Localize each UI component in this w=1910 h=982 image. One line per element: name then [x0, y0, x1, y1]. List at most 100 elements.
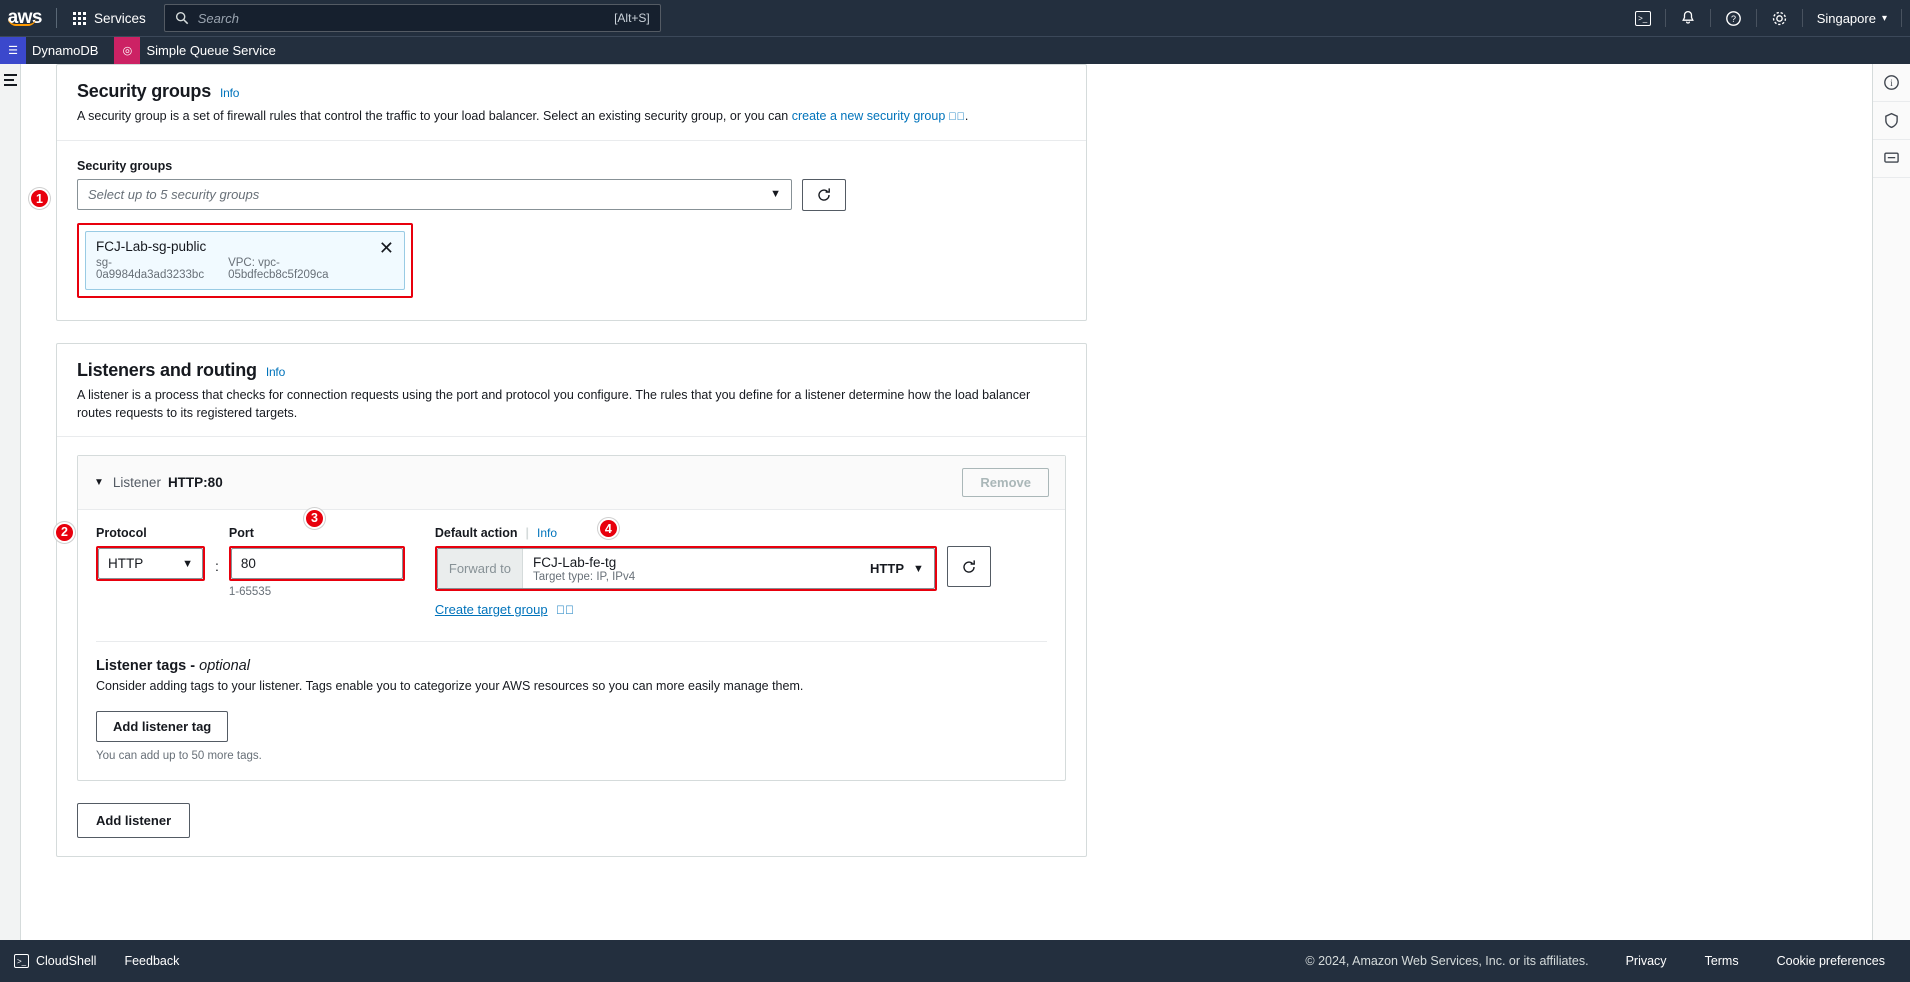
- left-navigation-rail: [0, 64, 21, 940]
- footer-cloudshell-button[interactable]: >_ CloudShell: [0, 954, 110, 968]
- target-group-type: Target type: IP, IPv4: [533, 570, 636, 583]
- help-icon[interactable]: ?: [1711, 0, 1756, 36]
- add-listener-button[interactable]: Add listener: [77, 803, 191, 839]
- security-groups-field-label: Security groups: [77, 158, 173, 173]
- chevron-down-icon[interactable]: ▼: [94, 477, 104, 488]
- menu-toggle-icon[interactable]: [3, 74, 17, 940]
- token-subtext: sg-0a9984da3ad3233bc VPC: vpc-05bdfecb8c…: [96, 257, 373, 281]
- aws-logo-smile-icon: [8, 18, 36, 26]
- close-icon[interactable]: ✕: [373, 239, 394, 257]
- settings-icon[interactable]: [1757, 0, 1802, 36]
- info-link[interactable]: Info: [266, 365, 285, 379]
- listeners-title-row: Listeners and routing Info: [77, 360, 1066, 381]
- sqs-icon: ◎: [114, 36, 141, 65]
- chevron-down-icon: ▼: [770, 188, 781, 201]
- info-link[interactable]: Info: [220, 86, 239, 100]
- listener-tags-description: Consider adding tags to your listener. T…: [96, 679, 804, 694]
- token-content: FCJ-Lab-sg-public sg-0a9984da3ad3233bc V…: [96, 239, 373, 281]
- dynamodb-icon: ☰: [0, 36, 26, 65]
- protocol-value: HTTP: [108, 556, 144, 572]
- page-title: Security groups Info: [77, 81, 1066, 102]
- footer-feedback-button[interactable]: Feedback: [110, 954, 193, 968]
- aws-logo[interactable]: aws: [0, 7, 46, 29]
- refresh-target-groups-button[interactable]: [946, 546, 991, 588]
- listener-config-row: Protocol HTTP ▼ : Port 80 1-65535 Defaul…: [96, 518, 1047, 619]
- token-sg-id: sg-0a9984da3ad3233bc: [96, 256, 205, 281]
- info-icon[interactable]: i: [1873, 64, 1910, 102]
- chevron-down-icon: ▾: [1881, 12, 1887, 24]
- security-groups-select-row: Select up to 5 security groups ▼: [77, 178, 1066, 211]
- footer-cloudshell-label: CloudShell: [36, 954, 97, 968]
- annotation-badge-3: 3: [304, 507, 325, 529]
- svg-text:?: ?: [1731, 14, 1736, 24]
- refresh-security-groups-button[interactable]: [802, 178, 846, 211]
- annotation-box-1: FCJ-Lab-sg-public sg-0a9984da3ad3233bc V…: [77, 222, 413, 298]
- protocol-port-colon: :: [215, 558, 219, 575]
- selected-security-group-token[interactable]: FCJ-Lab-sg-public sg-0a9984da3ad3233bc V…: [85, 230, 405, 290]
- cloudshell-icon[interactable]: >_: [1621, 0, 1665, 36]
- add-listener-row: Add listener: [57, 803, 1086, 856]
- security-groups-select[interactable]: Select up to 5 security groups ▼: [77, 178, 792, 210]
- search-icon: [175, 11, 189, 25]
- search-input[interactable]: Search [Alt+S]: [163, 4, 661, 32]
- notifications-icon[interactable]: [1666, 0, 1710, 36]
- security-groups-panel: Security groups Info A security group is…: [29, 64, 1087, 321]
- default-action-label: Default action: [434, 526, 518, 541]
- listener-label: Listener: [112, 475, 161, 491]
- security-groups-body: Security groups Select up to 5 security …: [57, 141, 1086, 320]
- service-shortcuts-bar: ☰ DynamoDB ◎ Simple Queue Service: [0, 36, 1910, 65]
- listeners-body: ▼ Listener HTTP:80 Remove Protocol HTTP …: [54, 437, 1086, 803]
- svg-text:i: i: [1890, 78, 1893, 88]
- service-shortcut-label: DynamoDB: [32, 43, 99, 58]
- nav-divider: [1901, 9, 1902, 27]
- annotation-box-4: Forward to FCJ-Lab-fe-tg Target type: IP…: [434, 546, 937, 592]
- footer-feedback-label: Feedback: [124, 954, 180, 968]
- listeners-header: Listeners and routing Info A listener is…: [57, 344, 1086, 438]
- add-listener-tag-button[interactable]: Add listener tag: [96, 711, 229, 743]
- service-shortcut-dynamodb[interactable]: ☰ DynamoDB: [0, 36, 114, 65]
- footer-terms-link[interactable]: Terms: [1686, 954, 1758, 968]
- shield-icon[interactable]: [1873, 102, 1910, 140]
- annotation-badge-4: 4: [597, 518, 619, 540]
- service-shortcut-label: Simple Queue Service: [146, 43, 276, 58]
- refresh-icon: [818, 188, 830, 201]
- protocol-field: Protocol HTTP ▼: [96, 526, 205, 582]
- target-group-name: FCJ-Lab-fe-tg: [533, 554, 617, 570]
- security-groups-header: Security groups Info A security group is…: [57, 65, 1086, 141]
- port-field: Port 80 1-65535: [228, 526, 405, 598]
- security-groups-placeholder: Select up to 5 security groups: [88, 186, 260, 202]
- services-label: Services: [94, 10, 146, 26]
- chat-icon[interactable]: [1873, 140, 1910, 178]
- service-shortcut-sqs[interactable]: ◎ Simple Queue Service: [114, 36, 291, 65]
- port-value: 80: [240, 556, 256, 572]
- chevron-down-icon: ▼: [182, 557, 193, 570]
- external-link-icon: ↗⃞: [945, 111, 965, 123]
- listeners-title: Listeners and routing: [77, 359, 257, 380]
- create-target-group-link[interactable]: Create target group: [435, 602, 548, 617]
- services-menu-button[interactable]: Services: [67, 7, 152, 30]
- remove-listener-button[interactable]: Remove: [962, 468, 1049, 498]
- annotation-box-2: HTTP ▼: [96, 546, 205, 582]
- token-vpc-id: VPC: vpc-05bdfecb8c5f209ca: [228, 256, 329, 281]
- top-navigation-bar: aws Services Search [Alt+S] >_ ? Singapo…: [0, 0, 1910, 36]
- token-name: FCJ-Lab-sg-public: [96, 238, 207, 254]
- target-group-select[interactable]: Forward to FCJ-Lab-fe-tg Target type: IP…: [436, 548, 935, 590]
- default-action-row: Forward to FCJ-Lab-fe-tg Target type: IP…: [434, 546, 991, 592]
- info-link[interactable]: Info: [537, 526, 557, 540]
- footer-cookie-preferences-link[interactable]: Cookie preferences: [1758, 954, 1904, 968]
- target-protocol: HTTP: [870, 561, 904, 577]
- footer-right-group: © 2024, Amazon Web Services, Inc. or its…: [1305, 954, 1910, 968]
- refresh-icon: [963, 560, 975, 573]
- annotation-badge-2: 2: [54, 521, 75, 543]
- forward-to-prefix: Forward to: [437, 549, 524, 589]
- protocol-select[interactable]: HTTP ▼: [98, 548, 203, 580]
- chevron-down-icon: ▼: [913, 562, 924, 575]
- port-input[interactable]: 80: [230, 548, 403, 580]
- create-security-group-link[interactable]: create a new security group: [792, 109, 946, 123]
- region-selector[interactable]: Singapore ▾: [1803, 0, 1901, 36]
- footer-privacy-link[interactable]: Privacy: [1607, 954, 1686, 968]
- footer-left-group: >_ CloudShell Feedback: [0, 954, 193, 968]
- security-groups-title: Security groups: [77, 81, 212, 101]
- target-group-info: FCJ-Lab-fe-tg Target type: IP, IPv4: [523, 549, 870, 588]
- listener-tags-title-text: Listener tags -: [96, 658, 200, 675]
